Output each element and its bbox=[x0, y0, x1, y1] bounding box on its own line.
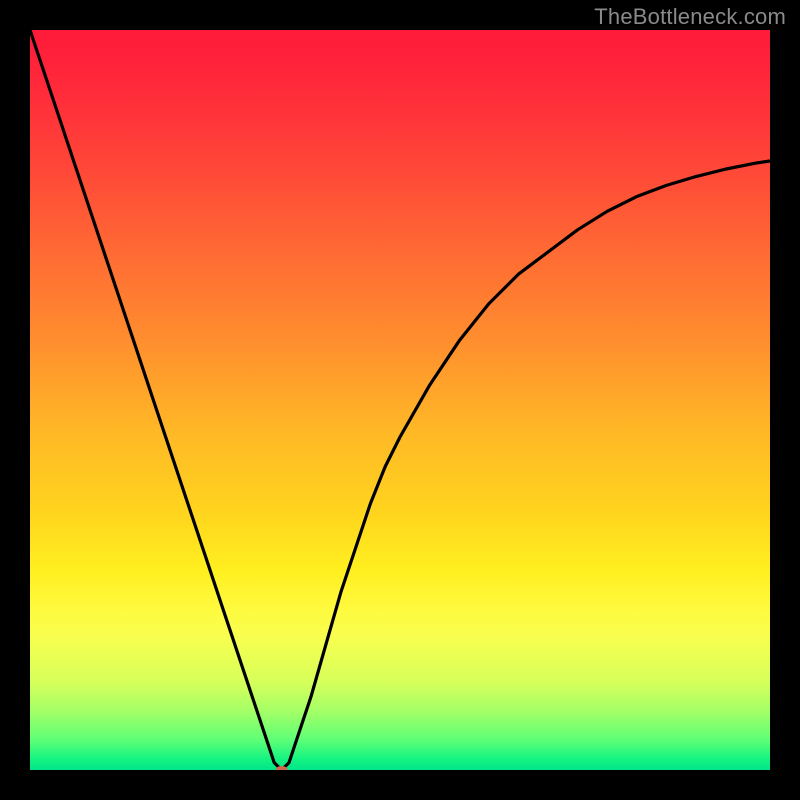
chart-frame: TheBottleneck.com bbox=[0, 0, 800, 800]
bottleneck-curve bbox=[30, 30, 770, 770]
plot-area bbox=[30, 30, 770, 770]
chart-svg bbox=[30, 30, 770, 770]
watermark-text: TheBottleneck.com bbox=[594, 4, 786, 30]
